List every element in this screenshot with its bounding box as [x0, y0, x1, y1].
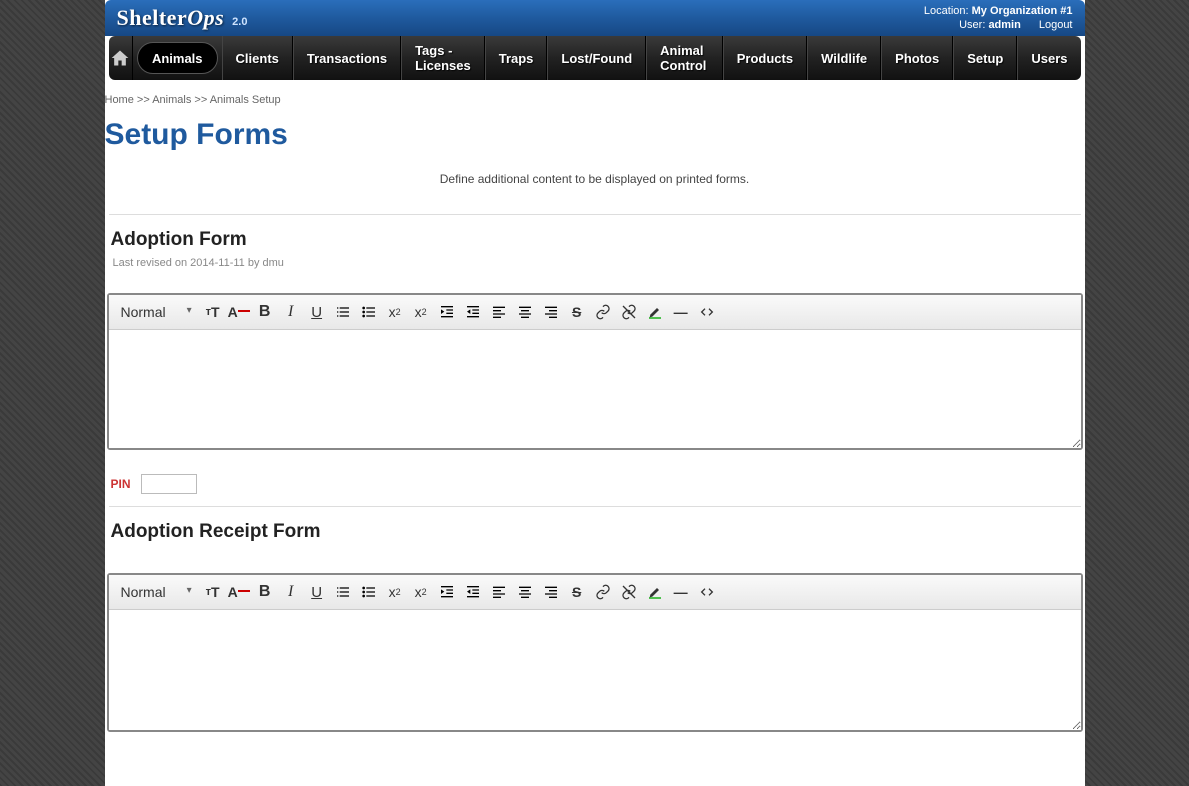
section-title-adoption: Adoption Form — [111, 229, 1083, 251]
page-title: Setup Forms — [105, 118, 1085, 152]
editor-content-receipt[interactable] — [109, 610, 1081, 730]
nav-photos[interactable]: Photos — [881, 36, 953, 80]
page-description: Define additional content to be displaye… — [105, 172, 1085, 186]
align-left-icon[interactable] — [488, 581, 510, 603]
strikethrough-icon[interactable]: S — [566, 301, 588, 323]
outdent-icon[interactable] — [462, 301, 484, 323]
logo: ShelterOps 2.0 — [117, 5, 248, 31]
unordered-list-icon[interactable] — [358, 301, 380, 323]
align-right-icon[interactable] — [540, 301, 562, 323]
link-icon[interactable] — [592, 581, 614, 603]
nav-animals[interactable]: Animals — [137, 42, 218, 74]
subscript-icon[interactable]: x2 — [384, 581, 406, 603]
nav-users[interactable]: Users — [1017, 36, 1080, 80]
breadcrumb-animals[interactable]: Animals — [152, 94, 191, 106]
highlight-icon[interactable] — [644, 581, 666, 603]
section-title-receipt: Adoption Receipt Form — [111, 521, 1083, 543]
text-color-icon[interactable]: A — [228, 301, 250, 323]
revision-info: Last revised on 2014-11-11 by dmu — [113, 257, 1083, 269]
unordered-list-icon[interactable] — [358, 581, 380, 603]
nav-animal-control[interactable]: Animal Control — [646, 36, 723, 80]
user-label: User: — [959, 19, 985, 31]
pin-label: PIN — [111, 477, 131, 491]
nav-traps[interactable]: Traps — [485, 36, 548, 80]
unlink-icon[interactable] — [618, 301, 640, 323]
editor-adoption: Normal тT A B I U x2 x2 S — [107, 293, 1083, 450]
ordered-list-icon[interactable] — [332, 581, 354, 603]
format-select[interactable]: Normal — [117, 582, 198, 602]
strikethrough-icon[interactable]: S — [566, 581, 588, 603]
nav-lost-found[interactable]: Lost/Found — [547, 36, 646, 80]
underline-icon[interactable]: U — [306, 581, 328, 603]
link-icon[interactable] — [592, 301, 614, 323]
ordered-list-icon[interactable] — [332, 301, 354, 323]
code-icon[interactable] — [696, 301, 718, 323]
pin-input[interactable] — [141, 474, 197, 494]
location-label: Location: — [924, 4, 969, 18]
user-value: admin — [988, 19, 1020, 31]
unlink-icon[interactable] — [618, 581, 640, 603]
top-header: ShelterOps 2.0 Location: My Organization… — [105, 0, 1085, 36]
logo-ops: Ops — [187, 5, 224, 30]
nav-products[interactable]: Products — [723, 36, 807, 80]
editor-toolbar: Normal тT A B I U x2 x2 S — [109, 295, 1081, 330]
app-version: 2.0 — [232, 16, 247, 28]
highlight-icon[interactable] — [644, 301, 666, 323]
nav-tags-licenses[interactable]: Tags - Licenses — [401, 36, 485, 80]
font-size-icon[interactable]: тT — [202, 301, 224, 323]
nav-home[interactable] — [109, 36, 133, 80]
italic-icon[interactable]: I — [280, 301, 302, 323]
divider — [109, 506, 1081, 507]
hr-icon[interactable]: — — [670, 581, 692, 603]
divider — [109, 214, 1081, 215]
breadcrumb-home[interactable]: Home — [105, 94, 134, 106]
main-nav: Animals Clients Transactions Tags - Lice… — [109, 36, 1081, 80]
nav-clients[interactable]: Clients — [222, 36, 293, 80]
superscript-icon[interactable]: x2 — [410, 581, 432, 603]
logout-link[interactable]: Logout — [1039, 18, 1073, 32]
nav-wildlife[interactable]: Wildlife — [807, 36, 881, 80]
hr-icon[interactable]: — — [670, 301, 692, 323]
nav-transactions[interactable]: Transactions — [293, 36, 401, 80]
bold-icon[interactable]: B — [254, 581, 276, 603]
bold-icon[interactable]: B — [254, 301, 276, 323]
code-icon[interactable] — [696, 581, 718, 603]
nav-setup[interactable]: Setup — [953, 36, 1017, 80]
breadcrumb: Home >> Animals >> Animals Setup — [105, 90, 1085, 114]
indent-icon[interactable] — [436, 581, 458, 603]
align-center-icon[interactable] — [514, 581, 536, 603]
location-value: My Organization #1 — [972, 4, 1073, 18]
editor-toolbar: Normal тT A B I U x2 x2 S — [109, 575, 1081, 610]
editor-receipt: Normal тT A B I U x2 x2 S — [107, 573, 1083, 732]
superscript-icon[interactable]: x2 — [410, 301, 432, 323]
align-center-icon[interactable] — [514, 301, 536, 323]
logo-main: Shelter — [117, 5, 188, 30]
format-select[interactable]: Normal — [117, 302, 198, 322]
outdent-icon[interactable] — [462, 581, 484, 603]
indent-icon[interactable] — [436, 301, 458, 323]
align-right-icon[interactable] — [540, 581, 562, 603]
header-right: Location: My Organization #1 User: admin… — [924, 4, 1073, 33]
subscript-icon[interactable]: x2 — [384, 301, 406, 323]
editor-content-adoption[interactable] — [109, 330, 1081, 448]
underline-icon[interactable]: U — [306, 301, 328, 323]
breadcrumb-animals-setup[interactable]: Animals Setup — [210, 94, 281, 106]
font-size-icon[interactable]: тT — [202, 581, 224, 603]
align-left-icon[interactable] — [488, 301, 510, 323]
italic-icon[interactable]: I — [280, 581, 302, 603]
text-color-icon[interactable]: A — [228, 581, 250, 603]
home-icon — [109, 48, 131, 68]
